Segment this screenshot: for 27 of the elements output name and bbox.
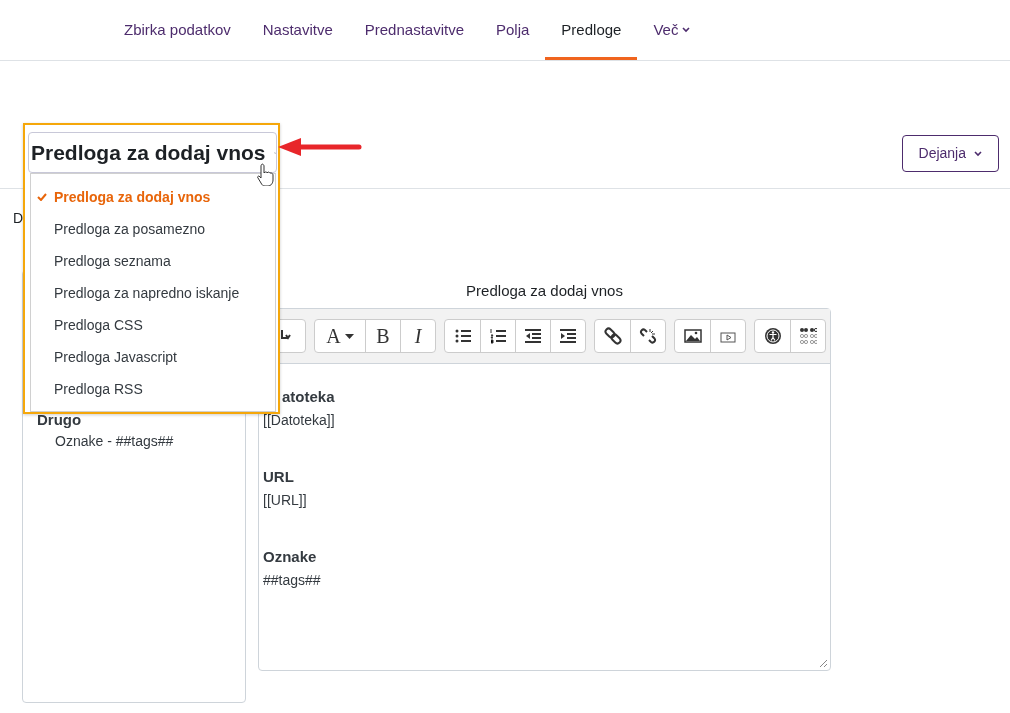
actions-button[interactable]: Dejanja: [901, 135, 999, 172]
dropdown-option[interactable]: Predloga za napredno iskanje: [31, 277, 275, 309]
field-placeholder-text: ##tags##: [263, 571, 322, 590]
dropdown-option[interactable]: Predloga CSS: [31, 309, 275, 341]
editor-label: Predloga za dodaj vnos: [465, 281, 624, 301]
nav-tab[interactable]: Prednastavitve: [348, 0, 480, 60]
field-heading: atoteka: [281, 387, 335, 407]
dropdown-option[interactable]: Predloga seznama: [31, 245, 275, 277]
font-style-button[interactable]: A: [315, 320, 365, 352]
nav-tab[interactable]: Več: [637, 0, 707, 60]
dropdown-option[interactable]: Predloga Javascript: [31, 341, 275, 373]
field-heading: Oznake: [263, 547, 318, 567]
dropdown-option[interactable]: Predloga RSS: [31, 373, 275, 405]
bold-button[interactable]: B: [365, 320, 400, 352]
field-tag-item[interactable]: Oznake - ##tags##: [37, 431, 174, 452]
field-heading: URL: [263, 467, 295, 487]
italic-button[interactable]: I: [400, 320, 435, 352]
template-select[interactable]: Predloga za dodaj vnos: [28, 132, 277, 173]
partial-text: D: [13, 209, 24, 228]
dropdown-option[interactable]: Predloga za posamezno: [31, 213, 275, 245]
field-placeholder-text: [[Datoteka]]: [263, 411, 335, 430]
nav-tab[interactable]: Predloge: [545, 0, 638, 60]
section-heading: Drugo: [37, 410, 83, 429]
nav-tab[interactable]: Polja: [480, 0, 546, 60]
nav-tab[interactable]: Nastavitve: [246, 0, 349, 60]
nav-tab[interactable]: Zbirka podatkov: [108, 0, 247, 60]
field-placeholder-text: [[URL]]: [263, 491, 308, 510]
